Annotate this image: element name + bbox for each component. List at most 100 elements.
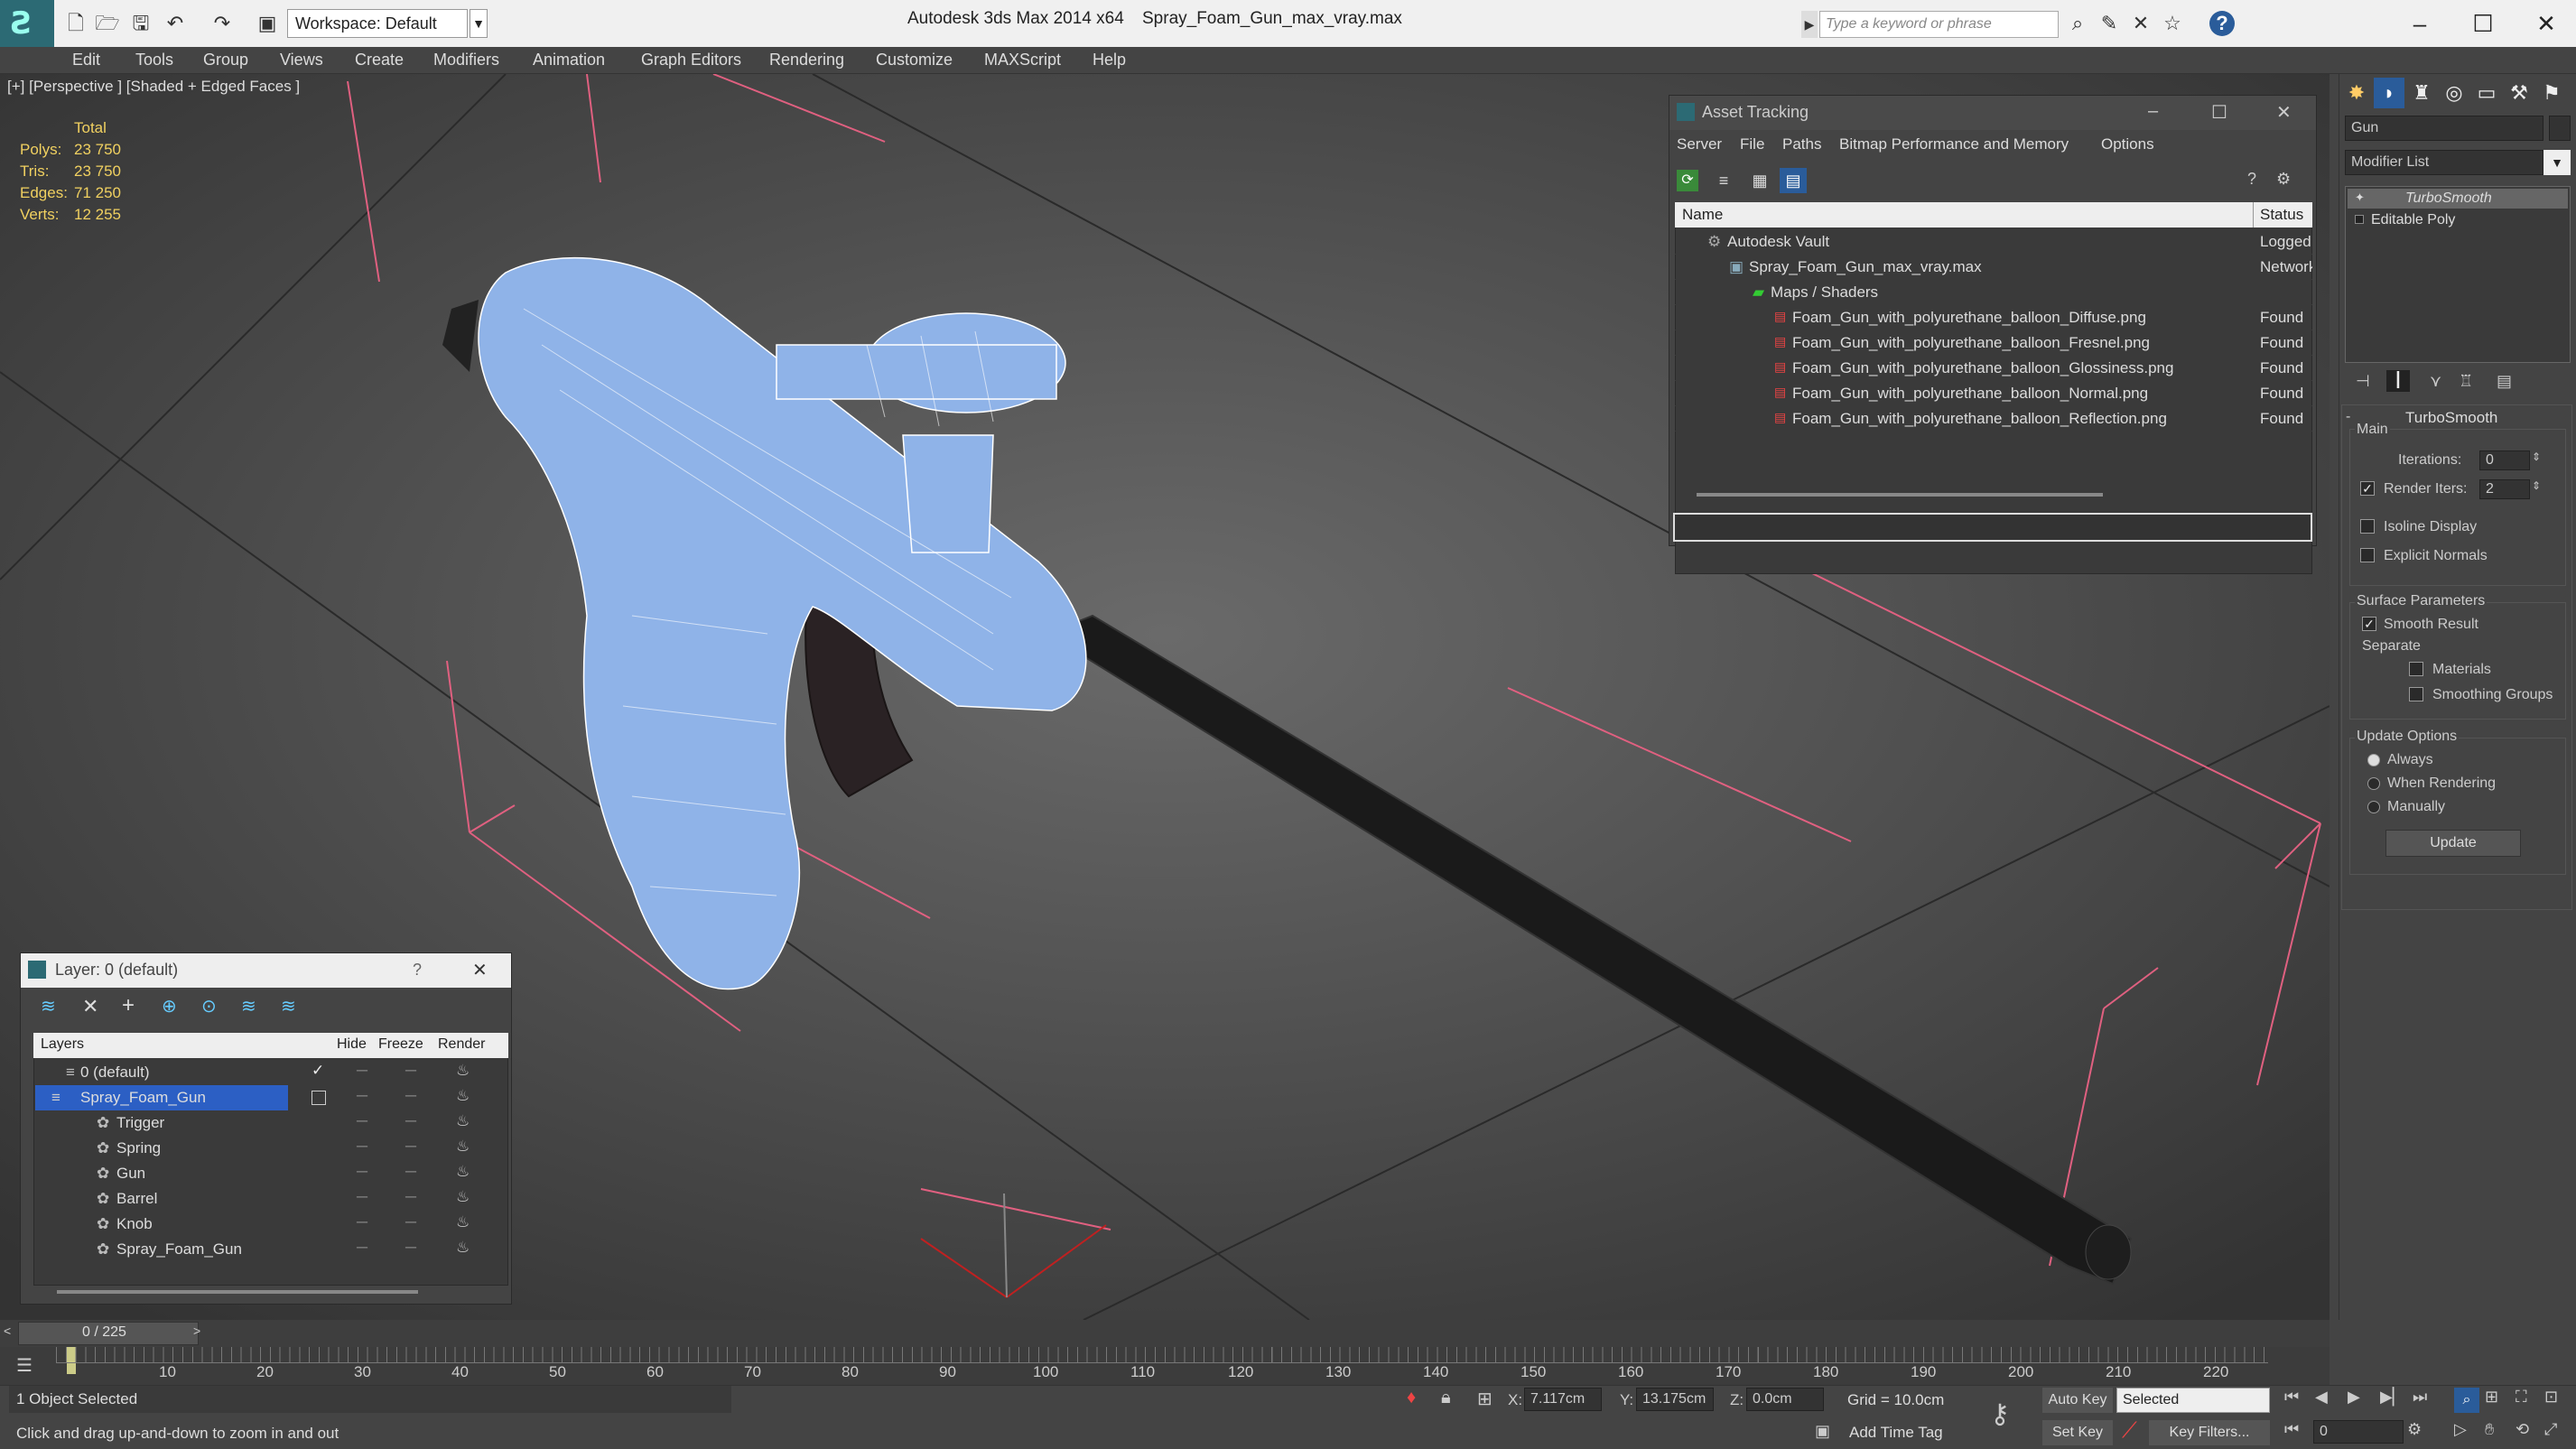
- freeze-toggle[interactable]: ─: [405, 1213, 416, 1231]
- render-teapot-icon[interactable]: ♨: [456, 1239, 470, 1257]
- create-layer-icon[interactable]: ≋: [41, 995, 56, 1017]
- layer-row[interactable]: ≡ 0 (default) ✓ ─ ─ ♨: [35, 1060, 508, 1085]
- go-to-start-icon[interactable]: ⏮: [2284, 1388, 2299, 1407]
- time-tag-icon[interactable]: ▣: [1815, 1422, 1830, 1441]
- freeze-toggle[interactable]: ─: [405, 1138, 416, 1156]
- menu-modifiers[interactable]: Modifiers: [433, 51, 499, 70]
- spinner-arrows-icon[interactable]: ⇕: [2532, 450, 2541, 463]
- render-teapot-icon[interactable]: ♨: [456, 1188, 470, 1206]
- layer-object-row[interactable]: ✿ Spring ─ ─ ♨: [35, 1136, 508, 1161]
- hide-all-icon[interactable]: ≋: [241, 995, 256, 1017]
- menu-animation[interactable]: Animation: [533, 51, 605, 70]
- hide-toggle[interactable]: ─: [357, 1188, 367, 1206]
- asset-help-icon[interactable]: ?: [2247, 170, 2256, 189]
- active-layer-check-icon[interactable]: ✓: [312, 1062, 324, 1080]
- asset-path-field[interactable]: [1673, 513, 2312, 542]
- open-file-icon[interactable]: 🗁: [95, 11, 120, 36]
- mini-curve-editor-icon[interactable]: ☰: [16, 1354, 33, 1377]
- minimize-icon[interactable]: –: [2148, 101, 2158, 122]
- manually-radio[interactable]: [2367, 801, 2380, 813]
- layer-object-row[interactable]: ✿ Gun ─ ─ ♨: [35, 1161, 508, 1186]
- asset-row[interactable]: ▤ Foam_Gun_with_polyurethane_balloon_Ref…: [1675, 406, 2312, 432]
- configure-sets-icon[interactable]: ▤: [2497, 372, 2512, 391]
- when-rendering-radio[interactable]: [2367, 777, 2380, 790]
- menu-create[interactable]: Create: [355, 51, 404, 70]
- project-folder-icon[interactable]: ▣: [255, 11, 280, 36]
- isoline-checkbox[interactable]: [2360, 519, 2375, 534]
- table-view-icon[interactable]: ▤: [1780, 168, 1807, 193]
- pin-stack-icon[interactable]: ⊣: [2356, 372, 2370, 391]
- set-active-checkbox[interactable]: [312, 1091, 326, 1105]
- asset-row[interactable]: ⚙ Autodesk Vault Logged: [1675, 229, 2312, 255]
- viewport-label[interactable]: [+] [Perspective ] [Shaded + Edged Faces…: [7, 78, 300, 96]
- asset-menu-file[interactable]: File: [1740, 135, 1764, 153]
- asset-menu-options[interactable]: Options: [2101, 135, 2154, 153]
- minimize-icon[interactable]: –: [2397, 5, 2442, 42]
- horizontal-scrollbar[interactable]: [57, 1290, 418, 1294]
- menu-views[interactable]: Views: [280, 51, 323, 70]
- object-name-field[interactable]: Gun: [2345, 116, 2543, 141]
- chevron-down-icon[interactable]: ▼: [2543, 150, 2571, 175]
- expand-icon[interactable]: [2355, 215, 2364, 224]
- asset-menu-paths[interactable]: Paths: [1782, 135, 1821, 153]
- asset-row[interactable]: ▰ Maps / Shaders: [1675, 280, 2312, 305]
- go-to-end-icon[interactable]: ⏭: [2413, 1388, 2427, 1407]
- materials-checkbox[interactable]: [2409, 662, 2423, 676]
- asset-menu-bitmap[interactable]: Bitmap Performance and Memory: [1839, 135, 2069, 153]
- col-status[interactable]: Status: [2260, 206, 2303, 224]
- zoom-extents-icon[interactable]: ⛶: [2516, 1388, 2527, 1407]
- freeze-toggle[interactable]: ─: [405, 1188, 416, 1206]
- freeze-toggle[interactable]: ─: [405, 1087, 416, 1105]
- binoculars-icon[interactable]: ⌕: [2065, 11, 2090, 36]
- object-color-swatch[interactable]: [2549, 116, 2571, 141]
- maximize-viewport-icon[interactable]: ⤢: [2544, 1420, 2557, 1439]
- freeze-toggle[interactable]: ─: [405, 1163, 416, 1181]
- time-slider-thumb[interactable]: 0 / 225: [18, 1322, 199, 1345]
- add-selection-icon[interactable]: +: [122, 993, 135, 1018]
- key-mode-toggle-icon[interactable]: ⏮: [2284, 1420, 2299, 1439]
- bulb-icon[interactable]: ✦: [2355, 190, 2365, 205]
- isolate-icon[interactable]: ♦: [1407, 1388, 1416, 1408]
- hide-toggle[interactable]: ─: [357, 1163, 367, 1181]
- render-teapot-icon[interactable]: ♨: [456, 1062, 470, 1080]
- x-coordinate-field[interactable]: 7.117cm: [1524, 1388, 1602, 1411]
- hide-toggle[interactable]: ─: [357, 1087, 367, 1105]
- key-mode-dropdown[interactable]: Selected: [2116, 1388, 2270, 1413]
- next-frame-icon[interactable]: >: [193, 1324, 200, 1338]
- zoom-extents-all-icon[interactable]: ⊡: [2544, 1388, 2558, 1407]
- menu-rendering[interactable]: Rendering: [769, 51, 844, 70]
- set-key-button[interactable]: Set Key: [2042, 1420, 2113, 1445]
- col-freeze[interactable]: Freeze: [378, 1036, 423, 1053]
- add-time-tag[interactable]: Add Time Tag: [1849, 1424, 1943, 1442]
- previous-frame-icon[interactable]: ◀: [2315, 1388, 2328, 1407]
- rollout-collapse-icon[interactable]: -: [2346, 409, 2350, 425]
- horizontal-scrollbar[interactable]: [1697, 493, 2103, 497]
- create-tab-icon[interactable]: ✸: [2341, 78, 2372, 108]
- menu-tools[interactable]: Tools: [135, 51, 173, 70]
- hide-toggle[interactable]: ─: [357, 1239, 367, 1257]
- search-expand-icon[interactable]: ▶: [1801, 11, 1818, 38]
- current-frame-field[interactable]: 0: [2313, 1420, 2404, 1444]
- new-file-icon[interactable]: 🗋: [63, 11, 88, 36]
- track-bar[interactable]: ☰ 10 20 30 40 50 60 70 80 90 100 110 120…: [0, 1347, 2330, 1385]
- close-icon[interactable]: ✕: [472, 959, 488, 981]
- extra-tab-icon[interactable]: ⚑: [2536, 78, 2567, 108]
- close-icon[interactable]: ✕: [2276, 101, 2292, 124]
- subscription-icon[interactable]: ✎: [2097, 11, 2122, 36]
- lock-icon[interactable]: 🔒︎: [1441, 1388, 1451, 1408]
- hide-toggle[interactable]: ─: [357, 1138, 367, 1156]
- freeze-all-icon[interactable]: ≋: [281, 995, 296, 1017]
- menu-maxscript[interactable]: MAXScript: [984, 51, 1061, 70]
- refresh-icon[interactable]: ⟳: [1677, 170, 1698, 191]
- communication-icon[interactable]: ✕: [2128, 11, 2153, 36]
- undo-icon[interactable]: ↶: [163, 11, 188, 36]
- asset-titlebar[interactable]: Asset Tracking – ☐ ✕: [1669, 96, 2316, 130]
- render-teapot-icon[interactable]: ♨: [456, 1163, 470, 1181]
- maximize-icon[interactable]: ☐: [2211, 101, 2227, 124]
- col-layers[interactable]: Layers: [41, 1036, 84, 1053]
- freeze-toggle[interactable]: ─: [405, 1112, 416, 1130]
- play-icon[interactable]: ▶: [2348, 1388, 2360, 1407]
- prev-frame-icon[interactable]: <: [4, 1324, 11, 1338]
- close-icon[interactable]: ✕: [2524, 5, 2569, 42]
- update-button[interactable]: Update: [2385, 830, 2521, 857]
